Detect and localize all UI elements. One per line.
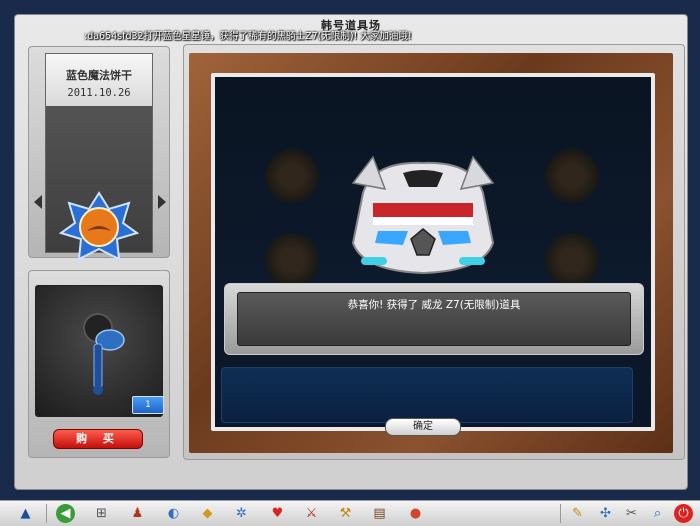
taskbar: ▲ ◀ ⊞ ♟ ◐ ◆ ✲ ♥ ⚔ ⚒ ▤ ● ✎ ✣ ✂ ⌕ ⏻ [0, 500, 700, 526]
next-arrow-icon[interactable] [158, 195, 166, 209]
item-name-box: 蓝色魔法饼干 2011.10.26 [46, 54, 152, 106]
item-card: 蓝色魔法饼干 2011.10.26 [28, 46, 170, 261]
note-icon[interactable]: ✎ [568, 504, 587, 523]
taskbar-divider [560, 504, 561, 523]
ring-icon[interactable]: ◐ [164, 504, 183, 523]
kart-car-icon [351, 155, 495, 275]
taskbar-divider [46, 504, 47, 523]
broadcast-message: :da654sfd32打开蓝色星星锤，获得了稀有的黑骑士Z7(无限制)! 大家加… [84, 31, 412, 42]
item-count-badge: 1 [132, 396, 164, 414]
hammer-icon[interactable]: ⚒ [336, 504, 355, 523]
cookie-icon[interactable]: ● [406, 504, 425, 523]
blue-magic-cookie-icon [59, 191, 139, 261]
reward-result-inner: 恭喜你! 获得了 威龙 Z7(无限制)道具 [237, 292, 631, 346]
reward-message: 恭喜你! 获得了 威龙 Z7(无限制)道具 [347, 299, 521, 311]
confirm-button[interactable]: 确定 [385, 418, 461, 436]
item-date: 2011.10.26 [67, 87, 131, 99]
reward-result-box: 恭喜你! 获得了 威龙 Z7(无限制)道具 [224, 283, 644, 355]
gear-icon[interactable]: ✲ [232, 504, 251, 523]
box-icon[interactable]: ◆ [198, 504, 217, 523]
reward-stage: 恭喜你! 获得了 威龙 Z7(无限制)道具 [215, 77, 651, 427]
book-icon[interactable]: ▤ [370, 504, 389, 523]
background-cookie-icon [545, 233, 599, 287]
power-icon[interactable]: ⏻ [674, 504, 693, 523]
item-name: 蓝色魔法饼干 [66, 69, 132, 82]
reward-frame: 恭喜你! 获得了 威龙 Z7(无限制)道具 确定 [183, 44, 685, 460]
heart-icon[interactable]: ♥ [268, 504, 287, 523]
lower-info-panel [221, 367, 633, 423]
sword-icon[interactable]: ⚔ [302, 504, 321, 523]
network-icon[interactable]: ✣ [596, 504, 615, 523]
item-preview-screen: 1 [35, 285, 164, 417]
buy-button[interactable]: 购 买 [53, 429, 143, 449]
magnifier-icon[interactable]: ⌕ [648, 504, 667, 523]
background-cookie-icon [265, 149, 319, 203]
character-icon[interactable]: ♟ [128, 504, 147, 523]
frame-inner: 恭喜你! 获得了 威龙 Z7(无限制)道具 [211, 73, 655, 431]
back-icon[interactable]: ◀ [56, 504, 75, 523]
background-cookie-icon [545, 149, 599, 203]
shop-cart-icon[interactable]: ⊞ [92, 504, 111, 523]
item-preview-card: 1 购 买 [28, 270, 170, 458]
background-cookie-icon [265, 233, 319, 287]
wood-frame: 恭喜你! 获得了 威龙 Z7(无限制)道具 确定 [189, 53, 673, 453]
logo-icon[interactable]: ▲ [16, 504, 35, 523]
tools-icon[interactable]: ✂ [622, 504, 641, 523]
prev-arrow-icon[interactable] [34, 195, 42, 209]
